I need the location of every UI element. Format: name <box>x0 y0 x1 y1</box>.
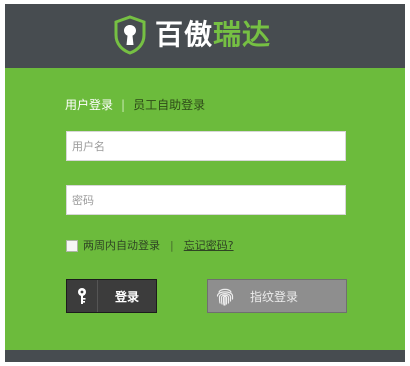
key-icon-container <box>67 280 98 312</box>
login-button-label: 登录 <box>114 289 139 304</box>
fingerprint-login-button[interactable]: 指纹登录 <box>207 279 347 313</box>
tab-separator: | <box>121 98 126 112</box>
fingerprint-icon-container <box>208 280 242 312</box>
header-bar: 百傲瑞达 <box>5 4 405 68</box>
login-button[interactable]: 登录 <box>66 279 157 313</box>
tab-user-login[interactable]: 用户登录 <box>65 96 113 114</box>
brand-name-part1: 百傲 <box>155 18 214 51</box>
tab-employee-self-service-login[interactable]: 员工自助登录 <box>133 96 205 114</box>
remember-separator: | <box>170 239 174 252</box>
brand-name-part2: 瑞达 <box>213 18 272 51</box>
remember-row: 两周内自动登录 | 忘记密码? <box>66 238 234 254</box>
brand-name: 百傲瑞达 <box>155 13 271 57</box>
password-input[interactable] <box>66 185 346 215</box>
username-input[interactable] <box>66 131 346 161</box>
fingerprint-login-button-label: 指纹登录 <box>250 289 299 304</box>
footer-bar <box>5 350 405 362</box>
remember-label[interactable]: 两周内自动登录 <box>83 238 160 254</box>
fingerprint-icon <box>216 288 234 306</box>
login-window: 百傲瑞达 用户登录 | 员工自助登录 两周内自动登录 | 忘记密码? 登录 <box>5 4 405 362</box>
remember-checkbox[interactable] <box>66 240 78 252</box>
key-icon <box>78 288 86 304</box>
forgot-password-link[interactable]: 忘记密码? <box>184 238 234 254</box>
brand-logo: 百傲瑞达 <box>113 13 271 57</box>
shield-keyhole-icon <box>114 15 146 55</box>
login-tabs: 用户登录 | 员工自助登录 <box>65 96 205 114</box>
